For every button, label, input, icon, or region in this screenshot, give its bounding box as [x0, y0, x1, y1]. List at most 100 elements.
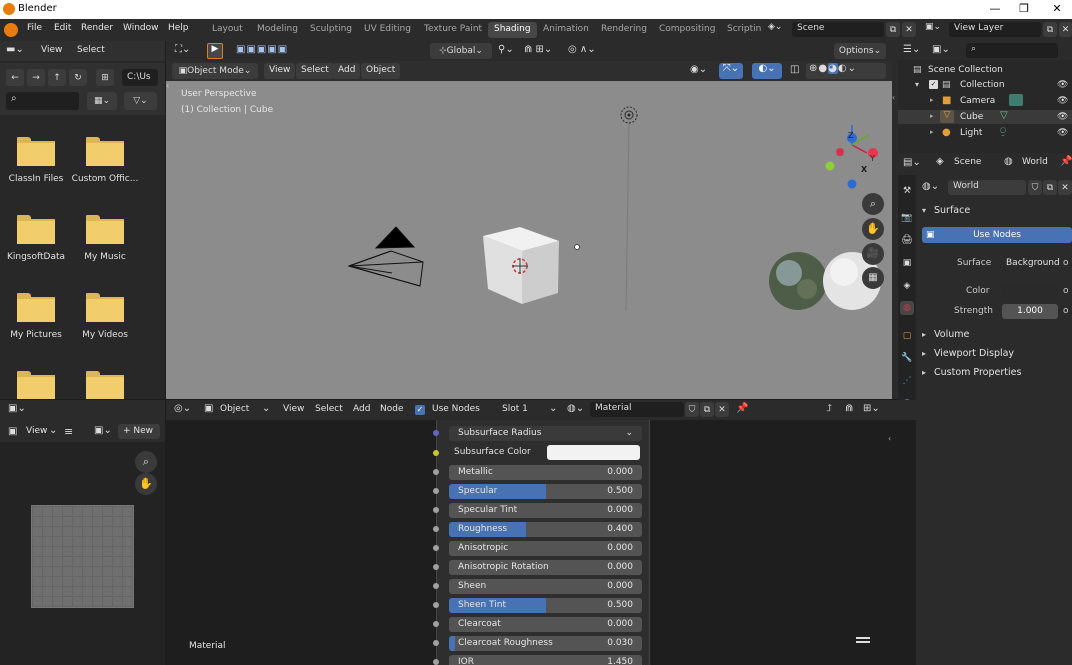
unlink-icon[interactable]: ✕ [715, 402, 729, 417]
view-layer-tab-icon[interactable]: ▣ [900, 256, 914, 270]
breadcrumb-world[interactable]: World [1022, 157, 1048, 167]
tab-modeling[interactable]: Modeling [251, 22, 304, 38]
socket-dot-icon[interactable]: o [1063, 306, 1069, 316]
param-slider-specular[interactable]: Specular 0.500 [449, 484, 642, 499]
gizmo-z-label[interactable]: Z [848, 131, 853, 140]
fake-user-icon[interactable]: ⛉ [1028, 180, 1042, 195]
eye-icon[interactable]: 👁 [1057, 128, 1068, 138]
minimize-icon[interactable]: — [984, 2, 1006, 15]
snap-mode-icon[interactable]: ⊞⌄ [863, 403, 880, 414]
mesh-data-icon[interactable]: ▽ [1000, 110, 1008, 121]
snap-icon[interactable]: ⋒ [845, 403, 853, 414]
menu-edit[interactable]: Edit [54, 23, 71, 33]
outliner-item-cube[interactable]: Cube [960, 112, 983, 122]
outliner-search-input[interactable]: ⌕ [966, 43, 1058, 58]
particles-tab-icon[interactable]: ⋰ [900, 374, 914, 388]
param-slider-anisotropic-rotation[interactable]: Anisotropic Rotation 0.000 [449, 560, 642, 575]
editor-type-icon[interactable]: ▬⌄ [6, 44, 24, 55]
maximize-icon[interactable]: ❐ [1013, 2, 1035, 15]
param-slider-clearcoat-roughness[interactable]: Clearcoat Roughness 0.030 [449, 636, 642, 651]
node-menu-add[interactable]: Add [353, 404, 370, 414]
scene-tab-icon[interactable]: ◈ [900, 279, 914, 293]
snap-icon[interactable]: ⋒ ⊞⌄ [524, 44, 552, 55]
new-image-button[interactable]: + New [118, 424, 160, 439]
tab-compositing[interactable]: Compositing [653, 22, 721, 38]
menu-file[interactable]: File [27, 23, 42, 33]
refresh-icon[interactable]: ↻ [69, 69, 87, 86]
hamburger-menu-icon[interactable]: ≡ [64, 425, 73, 438]
menu-window[interactable]: Window [123, 23, 159, 33]
socket-icon[interactable] [433, 564, 439, 570]
image-menu-view[interactable]: View [26, 426, 47, 436]
folder-item[interactable]: Custom Offic... [70, 137, 140, 184]
color-swatch[interactable] [1002, 284, 1058, 299]
zoom-icon[interactable]: ⌕ [862, 193, 884, 215]
expand-arrow-icon[interactable]: ▸ [922, 349, 926, 358]
socket-icon[interactable] [433, 621, 439, 627]
subsurface-method-dropdown[interactable]: Subsurface Radius ⌄ [449, 426, 642, 441]
perspective-toggle-icon[interactable]: ▦ [862, 267, 884, 289]
folder-item[interactable]: My Videos [70, 293, 140, 340]
camera-view-icon[interactable]: 🎥 [862, 243, 884, 265]
volume-section-header[interactable]: Volume [934, 329, 969, 340]
outliner-item-light[interactable]: Light [960, 128, 982, 138]
outliner-item-camera[interactable]: Camera [960, 96, 995, 106]
sidebar-expand-icon[interactable]: ‹ [888, 434, 891, 443]
filter-icon[interactable]: ▽⌄ [124, 92, 157, 110]
slot-dropdown[interactable]: Slot 1 [502, 404, 528, 414]
chevron-down-icon[interactable]: ⌄ [549, 403, 557, 414]
surface-shader-field[interactable]: Background [1002, 256, 1062, 271]
display-mode-icon[interactable]: ▦⌄ [87, 92, 117, 110]
node-menu-node[interactable]: Node [380, 404, 404, 414]
image-editor-type-icon[interactable]: ▣⌄ [8, 403, 26, 414]
node-editor-canvas[interactable]: ‹ Material Subsurface Radius ⌄ Subsurfac… [166, 420, 916, 665]
options-dropdown[interactable]: Options ⌄ [834, 43, 886, 59]
collapse-arrow-icon[interactable]: ▾ [922, 206, 926, 215]
eye-icon[interactable]: 👁 [1057, 96, 1068, 106]
light-data-icon[interactable]: ⍜ [1000, 126, 1006, 137]
folder-item[interactable]: My Music [70, 215, 140, 262]
socket-icon[interactable] [433, 583, 439, 589]
tab-texture-paint[interactable]: Texture Paint [418, 22, 488, 38]
folder-item[interactable]: ClassIn Files [1, 137, 71, 184]
node-editor-type-icon[interactable]: ◎⌄ [174, 403, 191, 414]
folder-item[interactable]: KingsoftData [1, 215, 71, 262]
socket-icon[interactable] [433, 526, 439, 532]
delete-scene-icon[interactable]: ✕ [902, 22, 916, 37]
path-field[interactable]: C:\Us [122, 69, 158, 86]
expand-arrow-icon[interactable]: ▸ [922, 330, 926, 339]
transform-orientation-dropdown[interactable]: ⊹ Global ⌄ [430, 43, 492, 59]
pin-icon[interactable]: 📌 [736, 403, 748, 414]
use-nodes-checkbox[interactable]: ✓ [415, 405, 425, 415]
param-slider-specular-tint[interactable]: Specular Tint 0.000 [449, 503, 642, 518]
pan-hand-icon[interactable]: ✋ [135, 473, 157, 495]
shading-mode-icons[interactable]: ⊕●◕◐⌄ [806, 63, 886, 79]
zoom-icon[interactable]: ⌕ [135, 451, 157, 473]
eye-icon[interactable]: 👁 [1057, 80, 1068, 90]
node-tree-up-icon[interactable] [856, 637, 870, 643]
pan-hand-icon[interactable]: ✋ [862, 218, 884, 240]
breadcrumb-scene[interactable]: Scene [954, 157, 981, 167]
param-slider-metallic[interactable]: Metallic 0.000 [449, 465, 642, 480]
socket-icon[interactable] [433, 640, 439, 646]
socket-icon[interactable] [433, 659, 439, 665]
expand-arrow-icon[interactable]: ▸ [922, 368, 926, 377]
menu-help[interactable]: Help [168, 23, 189, 33]
scene-field[interactable]: Scene [792, 22, 884, 37]
unlink-icon[interactable]: ✕ [1058, 180, 1072, 195]
mode-dropdown[interactable]: ▣ Object Mode ⌄ [172, 63, 258, 79]
tab-rendering[interactable]: Rendering [595, 22, 653, 38]
output-tab-icon[interactable]: 🖨 [900, 233, 914, 247]
properties-editor-type-icon[interactable]: ▤⌄ [903, 157, 921, 168]
world-browse-icon[interactable]: ◍⌄ [922, 181, 939, 192]
expand-arrow-icon[interactable]: ▸ [930, 96, 934, 104]
forward-icon[interactable]: → [27, 69, 45, 86]
tab-shading[interactable]: Shading [488, 22, 537, 38]
viewport-canvas[interactable]: User Perspective (1) Collection | Cube ‹ [166, 81, 892, 399]
modifier-tab-icon[interactable]: 🔧 [900, 351, 914, 365]
checkbox-icon[interactable]: ✓ [929, 80, 938, 89]
chevron-down-icon[interactable]: ⌄ [262, 403, 270, 414]
expand-arrow-icon[interactable]: ▾ [915, 80, 919, 89]
render-tab-icon[interactable]: 📷 [900, 211, 914, 225]
material-browse-icon[interactable]: ◍⌄ [567, 403, 584, 414]
